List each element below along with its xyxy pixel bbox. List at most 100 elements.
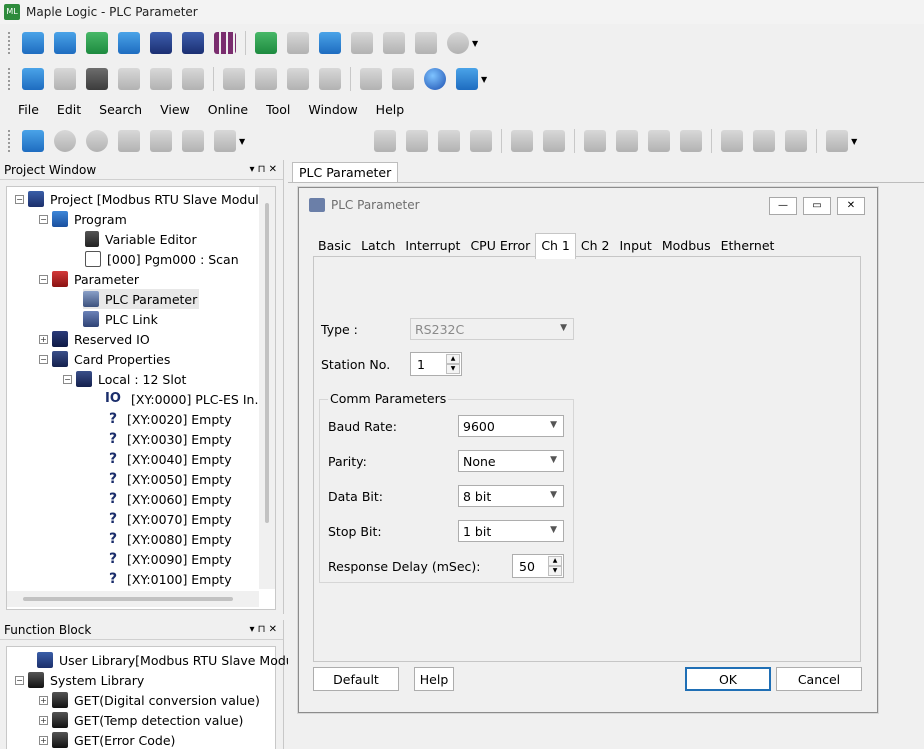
tree-item-function[interactable]: GET(Error Code) xyxy=(74,733,175,748)
help-icon[interactable] xyxy=(447,32,469,54)
collapse-icon[interactable]: − xyxy=(39,214,48,224)
toolbar-dropdown-icon[interactable]: ▼ xyxy=(472,39,478,48)
info-icon[interactable] xyxy=(392,68,414,90)
save-icon[interactable] xyxy=(150,32,172,54)
spin-up-icon[interactable]: ▲ xyxy=(548,556,562,566)
vertical-line-icon[interactable] xyxy=(543,130,566,152)
spin-down-icon[interactable]: ▼ xyxy=(446,364,460,374)
ok-button[interactable]: OK xyxy=(685,667,771,691)
toolbar-dropdown-icon[interactable]: ▼ xyxy=(481,75,487,84)
monitor-icon[interactable] xyxy=(223,68,245,90)
function-block-icon[interactable] xyxy=(785,130,808,152)
zoom-out-icon[interactable] xyxy=(86,130,108,152)
menu-edit[interactable]: Edit xyxy=(57,102,81,117)
tab-cpu-error[interactable]: CPU Error xyxy=(465,235,535,257)
horizontal-scrollbar[interactable] xyxy=(7,591,259,607)
remove-program-icon[interactable] xyxy=(287,32,309,54)
tree-item-pgm000[interactable]: [000] Pgm000 : Scan xyxy=(107,252,239,267)
back-icon[interactable] xyxy=(118,32,140,54)
delete-row-icon[interactable] xyxy=(150,130,172,152)
write-icon[interactable] xyxy=(118,68,140,90)
tree-item-slot[interactable]: [XY:0090] Empty xyxy=(127,552,232,567)
chevron-down-icon[interactable]: ▼ xyxy=(550,525,557,535)
tab-latch[interactable]: Latch xyxy=(356,235,400,257)
print-icon[interactable] xyxy=(415,32,437,54)
vertical-scrollbar[interactable] xyxy=(259,187,275,589)
upload-icon[interactable] xyxy=(383,32,405,54)
tree-item-slot[interactable]: [XY:0060] Empty xyxy=(127,492,232,507)
compare-icon[interactable] xyxy=(182,68,204,90)
grid-icon[interactable] xyxy=(214,32,236,54)
tab-modbus[interactable]: Modbus xyxy=(657,235,716,257)
tree-item-plc-link[interactable]: PLC Link xyxy=(105,312,158,327)
restore-button[interactable]: ▭ xyxy=(803,197,831,215)
tree-item-slot[interactable]: [XY:0100] Empty xyxy=(127,572,232,587)
menu-help[interactable]: Help xyxy=(376,102,405,117)
new-project-icon[interactable] xyxy=(22,32,44,54)
horizontal-line-icon[interactable] xyxy=(511,130,534,152)
tree-item-slot[interactable]: [XY:0040] Empty xyxy=(127,452,232,467)
stop-icon[interactable] xyxy=(287,68,309,90)
tab-input[interactable]: Input xyxy=(614,235,656,257)
collapse-icon[interactable]: − xyxy=(15,194,24,204)
close-button[interactable]: ✕ xyxy=(837,197,865,215)
expand-icon[interactable]: + xyxy=(39,735,48,745)
toolbar-grip[interactable] xyxy=(8,130,11,152)
select-icon[interactable] xyxy=(374,130,397,152)
menu-file[interactable]: File xyxy=(18,102,39,117)
stepper-buttons[interactable]: ▲ ▼ xyxy=(548,556,562,576)
tree-item-card-properties[interactable]: Card Properties xyxy=(74,352,170,367)
transfer-icon[interactable] xyxy=(86,68,108,90)
tree-item-plc-parameter[interactable]: PLC Parameter xyxy=(105,292,197,307)
pause-icon[interactable] xyxy=(319,68,341,90)
data-bit-select[interactable]: 8 bit ▼ xyxy=(458,485,564,507)
tab-basic[interactable]: Basic xyxy=(313,235,356,257)
tab-ch1[interactable]: Ch 1 xyxy=(535,233,576,259)
collapse-icon[interactable]: − xyxy=(63,374,72,384)
collapse-icon[interactable]: − xyxy=(39,274,48,284)
tree-item-local-slot[interactable]: Local : 12 Slot xyxy=(98,372,186,387)
panel-controls[interactable]: ▾ ⊓ ✕ xyxy=(249,624,283,635)
tree-item-slot[interactable]: [XY:0000] PLC-ES In.O xyxy=(131,392,268,407)
tree-item-slot[interactable]: [XY:0020] Empty xyxy=(127,412,232,427)
connect-icon[interactable] xyxy=(22,68,44,90)
save-all-icon[interactable] xyxy=(182,32,204,54)
contact-no-icon[interactable] xyxy=(584,130,607,152)
tree-item-project[interactable]: Project [Modbus RTU Slave Modular xyxy=(50,192,272,207)
disconnect-icon[interactable] xyxy=(54,68,76,90)
tree-item-slot[interactable]: [XY:0080] Empty xyxy=(127,532,232,547)
scroll-thumb[interactable] xyxy=(265,203,269,523)
minimize-button[interactable]: — xyxy=(769,197,797,215)
menu-online[interactable]: Online xyxy=(208,102,248,117)
tab-ch2[interactable]: Ch 2 xyxy=(576,235,615,257)
variable-comment-icon[interactable] xyxy=(214,130,236,152)
contact-nc-icon[interactable] xyxy=(616,130,639,152)
menu-window[interactable]: Window xyxy=(308,102,357,117)
response-delay-stepper[interactable]: 50 ▲ ▼ xyxy=(512,554,564,578)
expand-icon[interactable]: + xyxy=(39,334,48,344)
run-icon[interactable] xyxy=(255,68,277,90)
expand-icon[interactable]: + xyxy=(39,715,48,725)
contact-positive-icon[interactable] xyxy=(648,130,671,152)
tree-item-slot[interactable]: [XY:0030] Empty xyxy=(127,432,232,447)
trend-monitor-icon[interactable] xyxy=(456,68,478,90)
menu-tool[interactable]: Tool xyxy=(266,102,290,117)
closed-contact-icon[interactable] xyxy=(470,130,493,152)
toolbar-dropdown-icon[interactable]: ▼ xyxy=(851,137,857,146)
tree-item-function[interactable]: GET(Temp detection value) xyxy=(74,713,243,728)
tab-ethernet[interactable]: Ethernet xyxy=(716,235,780,257)
stepper-buttons[interactable]: ▲ ▼ xyxy=(446,354,460,374)
spin-down-icon[interactable]: ▼ xyxy=(548,566,562,576)
program-list-icon[interactable] xyxy=(319,32,341,54)
lock-icon[interactable] xyxy=(360,68,382,90)
contact-negative-icon[interactable] xyxy=(680,130,703,152)
collapse-icon[interactable]: − xyxy=(39,354,48,364)
baud-rate-select[interactable]: 9600 ▼ xyxy=(458,415,564,437)
tree-item-system-library[interactable]: System Library xyxy=(50,673,144,688)
menu-search[interactable]: Search xyxy=(99,102,142,117)
stop-bit-select[interactable]: 1 bit ▼ xyxy=(458,520,564,542)
zoom-in-icon[interactable] xyxy=(54,130,76,152)
open-contact-icon[interactable] xyxy=(438,130,461,152)
station-no-value[interactable]: 1 xyxy=(417,357,425,372)
coil-icon[interactable] xyxy=(721,130,744,152)
